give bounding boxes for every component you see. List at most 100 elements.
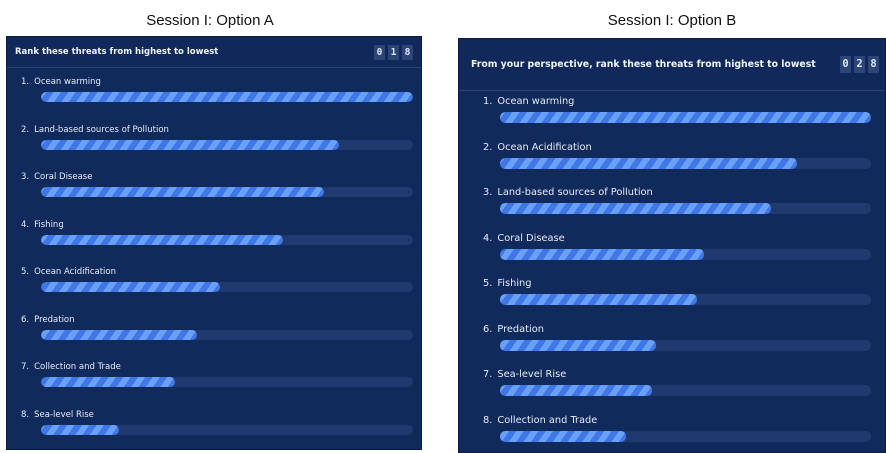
response-counter: 0 1 8 bbox=[374, 44, 413, 60]
score-bar-track bbox=[500, 339, 871, 351]
panel-header: From your perspective, rank these threat… bbox=[459, 39, 885, 91]
counter-digit: 0 bbox=[374, 44, 385, 60]
ranking-panel-option-a: Rank these threats from highest to lowes… bbox=[6, 36, 422, 450]
rank-number: 1. bbox=[21, 77, 30, 87]
ranking-item: 8. Collection and Trade bbox=[459, 410, 885, 453]
threat-name: Sea-level Rise bbox=[497, 369, 567, 380]
ranking-item-label: 1. Ocean warming bbox=[21, 77, 101, 87]
rank-number: 7. bbox=[483, 369, 493, 380]
ranking-item-label: 1. Ocean warming bbox=[483, 96, 574, 107]
ranking-item-label: 2. Land-based sources of Pollution bbox=[21, 125, 169, 135]
score-bar-track bbox=[500, 112, 871, 123]
score-bar-fill bbox=[41, 329, 198, 340]
ranking-item: 4. Coral Disease bbox=[459, 228, 885, 274]
question-text: From your perspective, rank these threat… bbox=[471, 59, 816, 70]
score-bar-fill bbox=[500, 385, 653, 396]
rank-number: 3. bbox=[21, 172, 30, 182]
threat-name: Sea-level Rise bbox=[34, 409, 94, 420]
score-bar-track bbox=[500, 430, 871, 442]
ranking-item-label: 4. Fishing bbox=[21, 220, 64, 230]
score-bar-track bbox=[41, 92, 413, 102]
score-bar-track bbox=[500, 294, 871, 305]
counter-digit: 8 bbox=[868, 56, 879, 73]
rank-number: 1. bbox=[483, 96, 493, 107]
ranking-item-label: 5. Fishing bbox=[483, 278, 531, 289]
score-bar-fill bbox=[41, 424, 120, 435]
ranking-item-label: 3. Land-based sources of Pollution bbox=[483, 187, 653, 198]
score-bar-track bbox=[500, 385, 871, 396]
ranking-item: 3. Land-based sources of Pollution bbox=[459, 182, 885, 228]
threat-name: Fishing bbox=[34, 219, 64, 230]
ranking-item: 5. Ocean Acidification bbox=[7, 258, 421, 306]
threat-name: Collection and Trade bbox=[34, 362, 121, 372]
rank-number: 3. bbox=[483, 187, 493, 198]
rank-number: 2. bbox=[21, 124, 30, 135]
score-bar-track bbox=[41, 234, 413, 245]
rank-number: 5. bbox=[21, 267, 30, 277]
ranking-panel-option-b: From your perspective, rank these threat… bbox=[458, 38, 886, 453]
score-bar-fill bbox=[41, 92, 413, 102]
ranking-item: 2. Ocean Acidification bbox=[459, 137, 885, 183]
ranking-item-label: 8. Sea-level Rise bbox=[21, 410, 94, 420]
threat-name: Collection and Trade bbox=[497, 414, 598, 426]
score-bar-track bbox=[41, 424, 413, 435]
threat-name: Predation bbox=[497, 323, 544, 335]
threat-name: Fishing bbox=[497, 278, 532, 289]
threat-name: Ocean Acidification bbox=[34, 267, 116, 277]
panel-header: Rank these threats from highest to lowes… bbox=[7, 37, 421, 68]
rank-number: 8. bbox=[483, 414, 493, 426]
threat-name: Land-based sources of Pollution bbox=[34, 124, 169, 135]
threat-name: Coral Disease bbox=[497, 232, 565, 244]
rank-number: 2. bbox=[483, 141, 493, 153]
score-bar-fill bbox=[41, 377, 175, 387]
ranking-item: 6. Predation bbox=[459, 319, 885, 365]
score-bar-fill bbox=[41, 234, 283, 245]
ranking-item: 1. Ocean warming bbox=[459, 91, 885, 137]
ranking-item: 7. Sea-level Rise bbox=[459, 364, 885, 410]
score-bar-track bbox=[41, 282, 413, 292]
ranking-item: 4. Fishing bbox=[7, 211, 421, 259]
score-bar-fill bbox=[500, 112, 871, 123]
threat-name: Ocean warming bbox=[497, 96, 575, 107]
rank-number: 6. bbox=[483, 323, 493, 335]
score-bar-fill bbox=[41, 139, 339, 150]
counter-digit: 0 bbox=[840, 56, 851, 73]
counter-digit: 2 bbox=[854, 56, 865, 73]
score-bar-fill bbox=[500, 203, 771, 214]
rank-number: 6. bbox=[21, 314, 30, 325]
threat-name: Ocean warming bbox=[34, 77, 101, 87]
rank-number: 8. bbox=[21, 409, 30, 420]
score-bar-track bbox=[41, 139, 413, 150]
score-bar-track bbox=[500, 248, 871, 260]
option-b-caption: Session I: Option B bbox=[607, 12, 737, 29]
counter-digit: 8 bbox=[402, 44, 413, 60]
ranking-item-label: 2. Ocean Acidification bbox=[483, 142, 592, 153]
ranking-item: 5. Fishing bbox=[459, 273, 885, 319]
ranking-item: 1. Ocean warming bbox=[7, 68, 421, 116]
score-bar-fill bbox=[500, 157, 797, 169]
ranking-item-label: 3. Coral Disease bbox=[21, 172, 92, 182]
score-bar-track bbox=[41, 377, 413, 387]
ranking-item: 3. Coral Disease bbox=[7, 163, 421, 211]
counter-digit: 1 bbox=[388, 44, 399, 60]
score-bar-track bbox=[41, 329, 413, 340]
ranking-item: 6. Predation bbox=[7, 306, 421, 354]
ranking-item: 8. Sea-level Rise bbox=[7, 401, 421, 449]
ranking-item-label: 7. Collection and Trade bbox=[21, 362, 121, 372]
score-bar-fill bbox=[500, 248, 705, 260]
threat-name: Predation bbox=[34, 314, 75, 325]
ranking-item-label: 7. Sea-level Rise bbox=[483, 369, 566, 380]
question-text: Rank these threats from highest to lowes… bbox=[15, 47, 219, 57]
score-bar-track bbox=[500, 203, 871, 214]
ranking-item: 2. Land-based sources of Pollution bbox=[7, 116, 421, 164]
score-bar-fill bbox=[500, 430, 627, 442]
score-bar-fill bbox=[41, 187, 324, 197]
ranking-item-label: 4. Coral Disease bbox=[483, 233, 565, 244]
ranking-item: 7. Collection and Trade bbox=[7, 353, 421, 401]
rank-number: 7. bbox=[21, 362, 30, 372]
score-bar-track bbox=[41, 187, 413, 197]
threat-name: Coral Disease bbox=[34, 172, 93, 182]
threat-name: Ocean Acidification bbox=[497, 141, 592, 153]
ranking-item-label: 5. Ocean Acidification bbox=[21, 267, 116, 277]
ranking-item-label: 6. Predation bbox=[21, 315, 75, 325]
